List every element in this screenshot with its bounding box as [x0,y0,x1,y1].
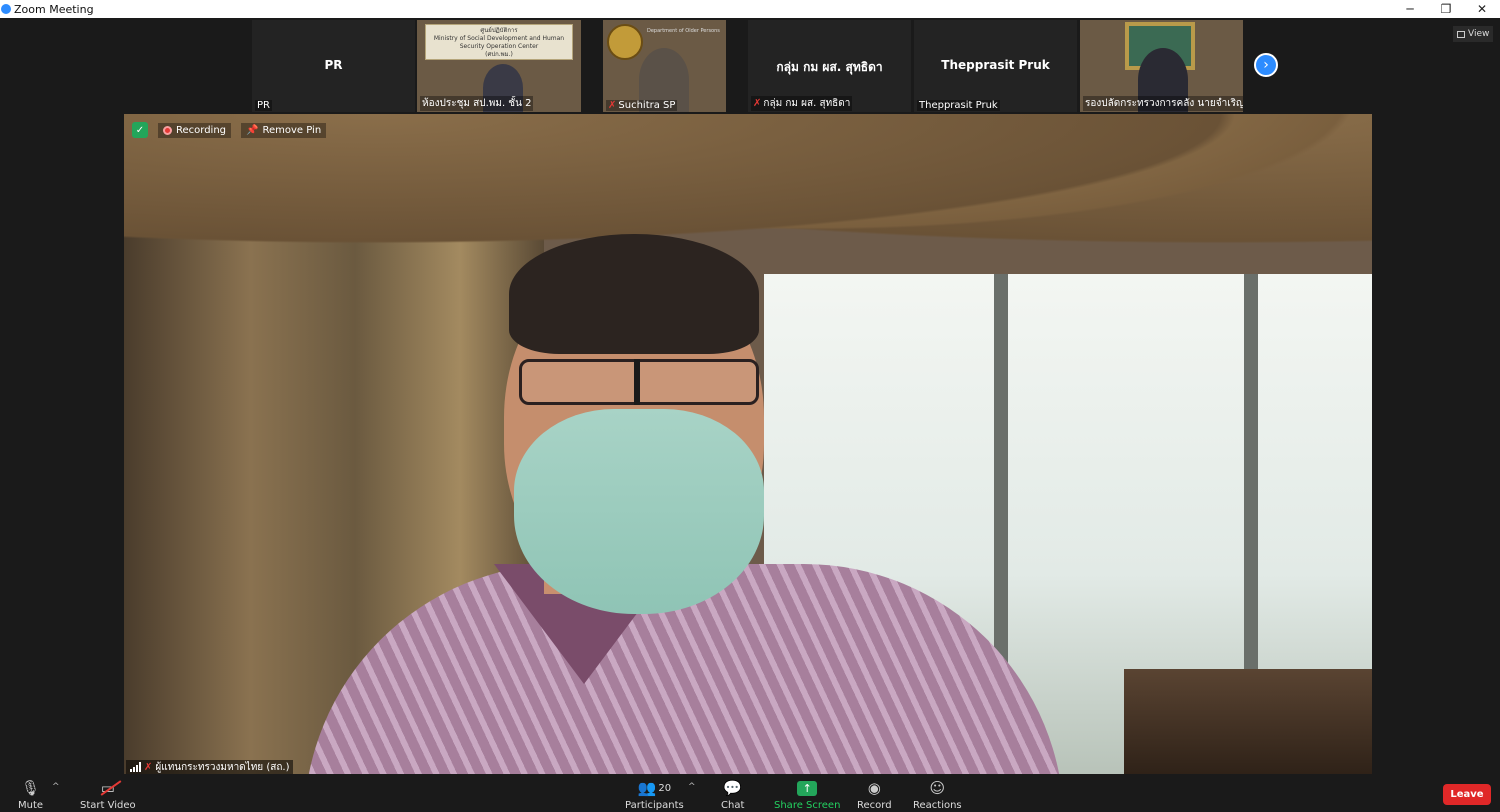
participant-name: กลุ่ม กม ผส. สุทธิดา [776,60,883,74]
share-screen-icon: ↑ [797,778,818,798]
participant-tile[interactable]: กลุ่ม กม ผส. สุทธิดา ✗ กลุ่ม กม ผส. สุทธิ… [748,20,911,112]
smiley-plus-icon: ☺ [929,779,946,797]
close-button[interactable]: ✕ [1464,0,1500,18]
record-button[interactable]: ◉ Record [857,778,892,811]
record-icon: ◉ [867,779,881,797]
signal-strength-icon [130,762,141,772]
audio-options-chevron-icon[interactable]: ^ [52,782,60,792]
mute-button[interactable]: 🎙 Mute [18,778,43,811]
video-scene [124,114,1372,774]
window-title: Zoom Meeting [14,2,94,16]
mic-muted-icon: ✗ [753,98,762,109]
remove-pin-button[interactable]: 📌 Remove Pin [241,122,327,138]
department-seal [607,24,643,60]
participant-tile[interactable]: PR PR [252,20,415,112]
video-camera-off-icon: ▭ [100,779,115,797]
chat-button[interactable]: 💬 Chat [721,778,744,811]
participant-label: PR [255,100,272,111]
participant-label: ✗ Suchitra SP [606,100,678,111]
participants-button[interactable]: 👥 20 Participants [625,778,684,811]
grid-view-icon [1457,30,1465,38]
minimize-button[interactable]: ─ [1392,0,1428,18]
chat-bubble-icon: 💬 [723,779,743,797]
next-page-button[interactable]: › [1254,53,1278,77]
meeting-toolbar: 🎙 Mute ^ ▭ Start Video 👥 20 Participants … [0,774,1500,812]
participant-tile[interactable]: รองปลัดกระทรวงการคลัง นายจำเริญ โ... [1080,20,1243,112]
reactions-button[interactable]: ☺ Reactions [913,778,962,811]
participant-tile[interactable]: Thepprasit Pruk Thepprasit Pruk [914,20,1077,112]
leave-button[interactable]: Leave [1443,784,1491,805]
zoom-app-icon [1,4,11,14]
participant-name: Thepprasit Pruk [941,58,1050,72]
eyeglasses [519,359,759,405]
share-screen-button[interactable]: ↑ Share Screen [774,778,840,811]
background-furniture [1124,669,1372,774]
department-sign: Department of Older Persons [647,28,720,34]
mic-muted-icon: ✗ [608,100,617,111]
participants-icon: 👥 20 [637,779,672,797]
pin-icon: 📌 [246,124,259,136]
participants-count: 20 [658,782,672,794]
participant-label: Thepprasit Pruk [917,100,1000,111]
security-shield-icon[interactable]: ✓ [132,122,148,138]
participant-label: ✗ กลุ่ม กม ผส. สุทธิดา [751,96,853,111]
participant-strip: PR PR ศูนย์ปฏิบัติการ Ministry of Social… [0,18,1500,114]
participant-label: รองปลัดกระทรวงการคลัง นายจำเริญ โ... [1083,96,1243,111]
participant-tile[interactable]: ศูนย์ปฏิบัติการ Ministry of Social Devel… [417,20,581,112]
window-titlebar: Zoom Meeting ─ ❐ ✕ [0,0,1500,18]
participant-label: ห้องประชุม สป.พม. ชั้น 2 [420,96,534,111]
pinned-video[interactable] [124,114,1372,774]
view-button[interactable]: View [1453,26,1494,42]
face-mask [514,409,764,614]
microphone-icon: 🎙 [21,779,41,797]
start-video-button[interactable]: ▭ Start Video [80,778,136,811]
operation-center-sign: ศูนย์ปฏิบัติการ Ministry of Social Devel… [425,24,573,60]
pinned-participant-label: ✗ ผู้แทนกระทรวงมหาดไทย (สถ.) [126,760,294,774]
mic-muted-icon: ✗ [144,761,153,773]
video-overlay-bar: ✓ Recording 📌 Remove Pin [124,120,327,140]
speaker-hair [509,234,759,354]
participant-name: PR [324,58,343,72]
recording-dot-icon [163,125,172,135]
participant-tile[interactable]: Department of Older Persons ✗ Suchitra SP [603,20,726,112]
restore-button[interactable]: ❐ [1428,0,1464,18]
participants-options-chevron-icon[interactable]: ^ [688,782,696,792]
recording-indicator[interactable]: Recording [158,122,232,138]
